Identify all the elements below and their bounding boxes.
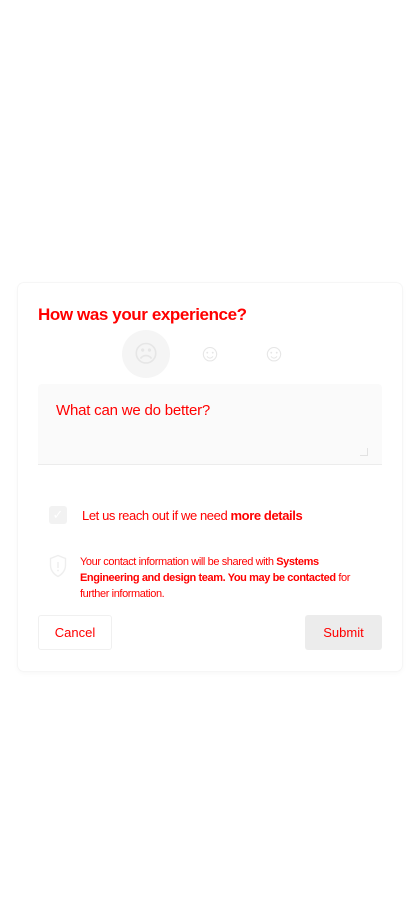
submit-button[interactable]: Submit xyxy=(305,615,382,650)
neutral-face-icon[interactable]: ☺ xyxy=(186,330,234,378)
resize-grip-icon[interactable] xyxy=(360,448,368,456)
comment-field[interactable]: What can we do better? xyxy=(38,384,382,465)
rating-selector: ☹ ☺ ☺ xyxy=(122,330,298,378)
shield-icon xyxy=(49,554,67,578)
checkmark-icon: ✓ xyxy=(52,507,64,522)
feedback-dialog: How was your experience? ☹ ☺ ☺ What can … xyxy=(18,283,402,671)
privacy-note: Your contact information will be shared … xyxy=(80,556,350,600)
happy-face-icon[interactable]: ☺ xyxy=(250,330,298,378)
reach-out-checkbox[interactable]: ✓ xyxy=(49,506,67,524)
reach-out-label[interactable]: Let us reach out if we need more details xyxy=(82,508,303,523)
sad-face-icon[interactable]: ☹ xyxy=(122,330,170,378)
comment-placeholder: What can we do better? xyxy=(56,402,211,419)
cancel-button[interactable]: Cancel xyxy=(38,615,112,650)
page: How was your experience? ☹ ☺ ☺ What can … xyxy=(0,0,420,920)
reach-out-option: ✓ Let us reach out if we need more detai… xyxy=(49,506,303,524)
dialog-title: How was your experience? xyxy=(35,302,250,329)
